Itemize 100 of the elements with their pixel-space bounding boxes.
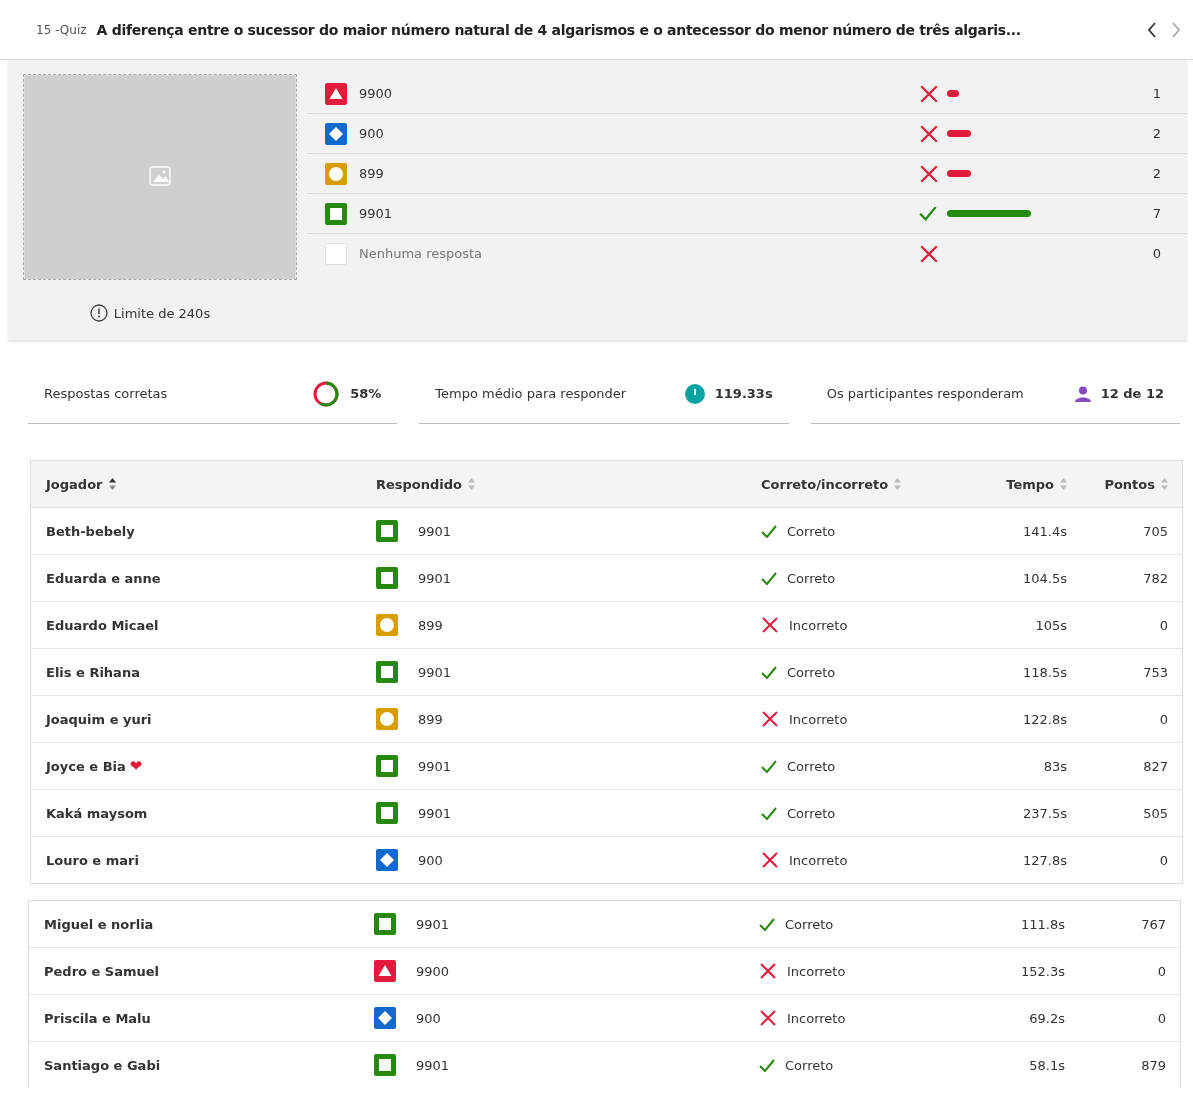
time-cell-text: 122.8s	[1022, 711, 1067, 727]
check-icon	[761, 571, 777, 585]
result-text: Incorreto	[789, 711, 848, 727]
points-cell-text: 0	[1156, 963, 1166, 979]
answer-count: 2	[1152, 166, 1161, 181]
player-name: Miguel e norlia	[44, 916, 154, 932]
player-name: Pedro e Samuel	[44, 963, 160, 979]
points-cell-text: 879	[1140, 1057, 1166, 1073]
column-header[interactable]: Tempo	[1006, 476, 1054, 492]
stat-label: Respostas corretas	[44, 386, 168, 401]
question-title: A diferença entre o sucessor do maior número natural de 4 algarismos e o antecessor do menor número de três algaris...	[96, 21, 1021, 38]
answer-text: 9901	[359, 206, 394, 221]
answer-text: 900	[359, 126, 385, 141]
player-name: Joaquim e yuri	[46, 711, 152, 727]
check-icon	[759, 917, 775, 931]
stat-label: Tempo médio para responder	[435, 386, 627, 401]
result-text: Correto	[785, 916, 834, 932]
result-text: Correto	[785, 1057, 834, 1073]
previous-icon[interactable]	[1147, 21, 1157, 38]
answer-text: 899	[418, 617, 443, 633]
answer-count: 0	[1152, 246, 1161, 261]
time-cell-text: 141.4s	[1022, 523, 1067, 539]
timer-icon	[89, 304, 108, 322]
answer-text: 9901	[418, 570, 452, 586]
result-text: Incorreto	[787, 1010, 846, 1026]
check-icon	[761, 759, 777, 773]
player-name: Kaká maysom	[46, 805, 148, 821]
result-text: Correto	[787, 805, 836, 821]
cross-icon	[919, 163, 939, 184]
answer-text: 899	[359, 166, 385, 181]
time-cell-text: 83s	[1042, 758, 1067, 774]
result-text: Correto	[787, 664, 836, 680]
answer-bar	[947, 90, 959, 97]
answer-bar	[947, 130, 971, 137]
answer-text: 900	[418, 852, 443, 868]
player-name: Priscila e Malu	[44, 1010, 151, 1026]
answer-text: 9901	[418, 758, 452, 774]
result-text: Correto	[787, 570, 836, 586]
time-cell-text: 104.5s	[1022, 570, 1067, 586]
points-cell-text: 705	[1142, 523, 1168, 539]
cross-icon	[759, 962, 777, 980]
person-icon	[1074, 385, 1091, 402]
player-name: Beth-bebely	[46, 523, 135, 539]
points-cell-text: 827	[1142, 758, 1168, 774]
answer-text: 9900	[416, 963, 450, 979]
time-limit: Limite de 240s	[113, 305, 211, 321]
points-cell-text: 0	[1158, 617, 1168, 633]
check-icon	[919, 206, 937, 221]
answer-text: 899	[418, 711, 443, 727]
player-name: Eduarda e anne	[46, 570, 161, 586]
time-cell-text: 237.5s	[1022, 805, 1067, 821]
points-cell-text: 0	[1156, 1010, 1166, 1026]
next-icon[interactable]	[1171, 21, 1181, 38]
answer-text: 900	[416, 1010, 441, 1026]
heart-icon: ❤	[129, 757, 143, 775]
column-header[interactable]: Correto/incorreto	[761, 476, 889, 492]
stat-label: Os participantes responderam	[826, 386, 1024, 401]
player-name: Joyce e Bia	[46, 758, 126, 774]
cross-icon	[919, 243, 939, 264]
check-icon	[759, 1058, 775, 1072]
question-number: 15 -Quiz	[36, 22, 87, 37]
points-cell-text: 0	[1158, 852, 1168, 868]
column-header[interactable]: Jogador	[46, 476, 103, 492]
answer-bar	[947, 170, 971, 177]
column-header[interactable]: Pontos	[1104, 476, 1155, 492]
answer-text: 9901	[418, 664, 452, 680]
player-name: Louro e mari	[46, 852, 139, 868]
stat-value: 12 de 12	[1100, 386, 1164, 401]
cross-icon	[761, 710, 779, 728]
result-text: Incorreto	[789, 617, 848, 633]
cross-icon	[759, 1009, 777, 1027]
sort-icon[interactable]	[108, 478, 116, 490]
time-cell-text: 127.8s	[1022, 852, 1067, 868]
check-icon	[761, 806, 777, 820]
answer-text: Nenhuma resposta	[359, 246, 484, 261]
points-cell-text: 505	[1142, 805, 1168, 821]
answer-text: 9901	[416, 1057, 450, 1073]
time-cell-text: 111.8s	[1020, 916, 1065, 932]
answer-text: 9901	[418, 805, 452, 821]
result-text: Incorreto	[787, 963, 846, 979]
check-icon	[761, 524, 777, 538]
answer-count: 7	[1152, 206, 1161, 221]
answer-text: 9901	[416, 916, 450, 932]
donut-icon	[312, 379, 341, 408]
cross-icon	[919, 123, 939, 144]
points-cell-text: 753	[1142, 664, 1168, 680]
answer-text: 9901	[418, 523, 452, 539]
points-cell-text: 782	[1142, 570, 1168, 586]
player-name: Elis e Rihana	[46, 664, 140, 680]
result-text: Correto	[787, 758, 836, 774]
time-cell-text: 152.3s	[1020, 963, 1065, 979]
check-icon	[761, 665, 777, 679]
cross-icon	[919, 83, 939, 104]
clock-icon	[684, 383, 705, 404]
player-name: Eduardo Micael	[46, 617, 159, 633]
result-text: Incorreto	[789, 852, 848, 868]
answer-count: 2	[1152, 126, 1161, 141]
cross-icon	[761, 616, 779, 634]
time-cell-text: 69.2s	[1028, 1010, 1065, 1026]
column-header[interactable]: Respondido	[376, 476, 463, 492]
